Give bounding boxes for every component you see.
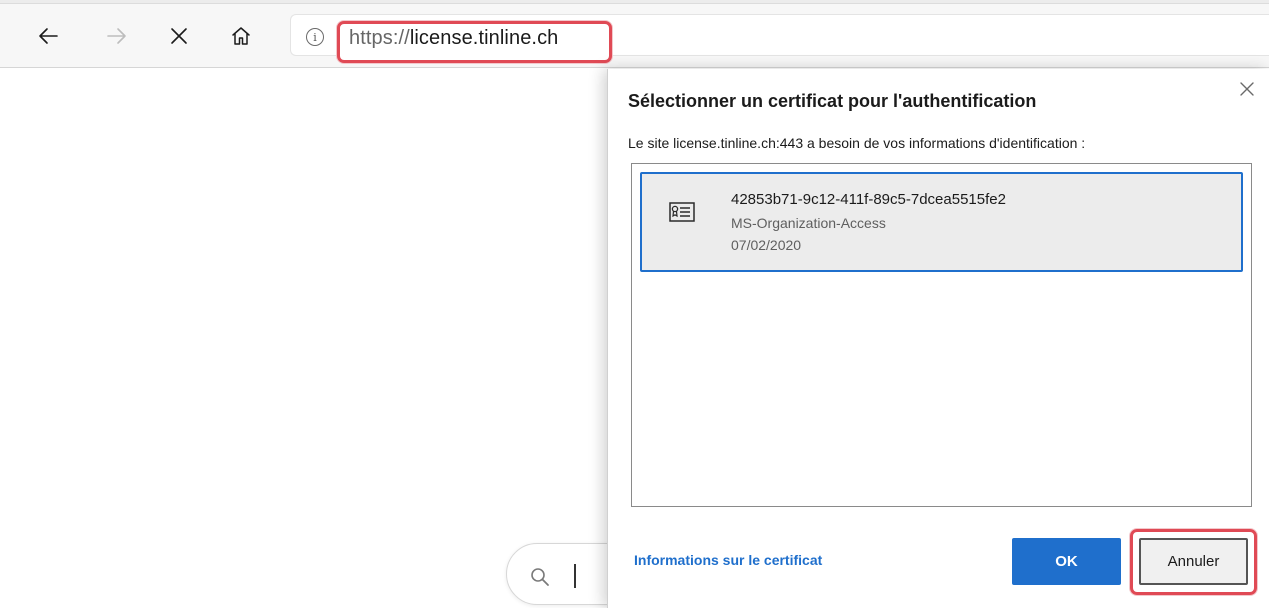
browser-toolbar: i https://license.tinline.ch [0,0,1269,68]
certificate-issuer: MS-Organization-Access [731,215,886,231]
ok-button[interactable]: OK [1012,538,1121,585]
certificate-dialog: Sélectionner un certificat pour l'authen… [607,69,1269,608]
arrow-right-icon [107,28,126,44]
arrow-left-icon [39,28,58,44]
text-caret [574,564,576,588]
url-text[interactable]: https://license.tinline.ch [349,27,558,50]
url-scheme: https:// [349,27,410,49]
browser-window: i https://license.tinline.ch Sélectionne… [0,0,1269,608]
dialog-subtitle: Le site license.tinline.ch:443 a besoin … [628,135,1086,151]
certificate-icon [669,202,695,229]
info-icon[interactable]: i [306,28,324,46]
close-icon [1240,82,1254,96]
certificate-name: 42853b71-9c12-411f-89c5-7dcea5515fe2 [731,191,1006,208]
certificate-list[interactable]: 42853b71-9c12-411f-89c5-7dcea5515fe2 MS-… [631,163,1252,507]
home-icon [232,27,250,45]
stop-button[interactable] [161,18,197,54]
close-icon [171,28,187,44]
dialog-title: Sélectionner un certificat pour l'authen… [628,91,1037,111]
url-host: license.tinline.ch [409,27,559,49]
home-button[interactable] [223,18,259,54]
certificate-list-item[interactable]: 42853b71-9c12-411f-89c5-7dcea5515fe2 MS-… [640,172,1243,272]
dialog-close-button[interactable] [1237,79,1257,99]
certificate-date: 07/02/2020 [731,237,802,253]
tab-strip [0,0,1269,4]
forward-button[interactable] [99,18,135,54]
back-button[interactable] [30,18,66,54]
search-icon [529,566,551,593]
certificate-info-link[interactable]: Informations sur le certificat [634,552,822,568]
cancel-button[interactable]: Annuler [1139,538,1248,585]
